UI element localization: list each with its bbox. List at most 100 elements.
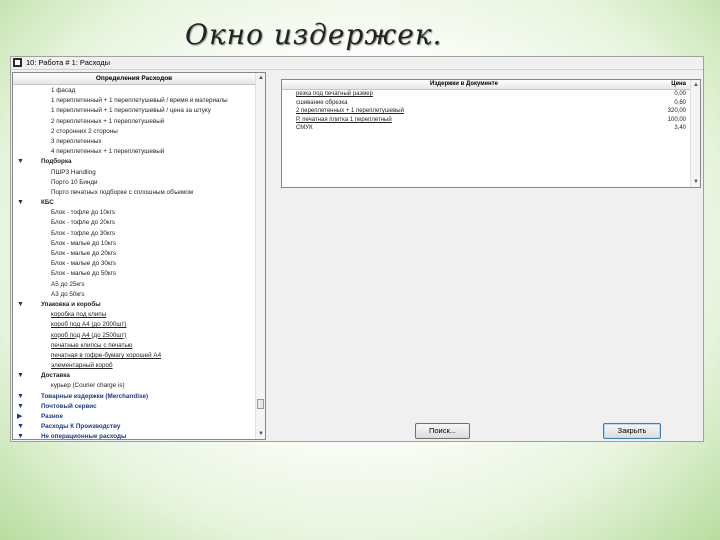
- tree-leaf-item[interactable]: Порто 10 Бинди: [13, 178, 255, 188]
- tree-item-label: Товарные издержки (Merchandise): [41, 392, 149, 400]
- tree-item-label: Упаковка и коробы: [41, 300, 101, 308]
- expand-arrow-icon[interactable]: ▼: [17, 422, 24, 432]
- tree-item-label: Доставка: [41, 372, 70, 380]
- collapse-arrow-icon[interactable]: ▼: [17, 300, 24, 310]
- expense-row[interactable]: СМУК 3,40: [282, 124, 690, 133]
- expense-definitions-list: 1 фасад 1 переплетенный + 1 переплетушевы…: [13, 86, 255, 439]
- tree-leaf-item[interactable]: короб под А4 (до 2500шт): [13, 331, 255, 341]
- tree-group-item[interactable]: ▼ Почтовый сервис: [13, 402, 255, 412]
- tree-item-label: А5 до 25кгs: [51, 280, 85, 288]
- tree-leaf-item[interactable]: Блок - малые до 30кгs: [13, 259, 255, 269]
- expense-row[interactable]: резка под печатный размер 0,00: [282, 90, 690, 99]
- tree-leaf-item[interactable]: Порто печатных подборке с сплошным объем…: [13, 188, 255, 198]
- column-header-price[interactable]: Цена: [671, 80, 686, 89]
- tree-leaf-item[interactable]: 2 сторонних 2 стороны: [13, 127, 255, 137]
- column-header-name[interactable]: Издержки в Документе: [294, 80, 634, 89]
- tree-item-label: Подборка: [41, 158, 72, 166]
- tree-leaf-item[interactable]: Блок - малые до 50кгs: [13, 269, 255, 279]
- expense-row[interactable]: сшивание обрезка 0,60: [282, 99, 690, 108]
- tree-item-label: Блок - тофле до 30кгs: [51, 229, 116, 237]
- tree-group-item[interactable]: ▼ Товарные издержки (Merchandise): [13, 392, 255, 402]
- expand-arrow-icon[interactable]: ▼: [17, 402, 24, 412]
- tree-leaf-item[interactable]: А5 до 25кгs: [13, 280, 255, 290]
- tree-group-item[interactable]: ▼ Подборка: [13, 157, 255, 167]
- tree-leaf-item[interactable]: А3 до 50кгs: [13, 290, 255, 300]
- tree-group-item[interactable]: ▼ Расходы К Производству: [13, 422, 255, 432]
- tree-item-label: элементарный короб: [51, 362, 113, 370]
- tree-item-label: 1 переплетенный + 1 переплетушевый / цен…: [51, 107, 211, 115]
- tree-leaf-item[interactable]: Блок - малые до 20кгs: [13, 249, 255, 259]
- app-icon: [13, 58, 22, 67]
- tree-item-label: Почтовый сервис: [41, 402, 97, 410]
- right-vertical-scrollbar[interactable]: ▲ ▼: [690, 80, 700, 187]
- slide-title: Окно издержек.: [185, 18, 443, 51]
- tree-leaf-item[interactable]: 1 переплетенный + 1 переплетушевый / вре…: [13, 96, 255, 106]
- tree-leaf-item[interactable]: коробка под клипы: [13, 310, 255, 320]
- tree-leaf-item[interactable]: 3 переплетенных: [13, 137, 255, 147]
- tree-leaf-item[interactable]: 4 переплетенных + 1 переплетушевый: [13, 147, 255, 157]
- document-expenses-rows: резка под печатный размер 0,00 сшивание об…: [282, 90, 690, 133]
- collapse-arrow-icon[interactable]: ▼: [17, 371, 24, 381]
- tree-item-label: печатные клипсы с печатью: [51, 341, 133, 349]
- window-title: 10: Работа # 1: Расходы: [26, 58, 111, 67]
- expand-arrow-icon[interactable]: ▼: [17, 432, 24, 439]
- expand-arrow-icon[interactable]: ▼: [17, 392, 24, 402]
- expense-name: Р. печатная плитка 1 переплетный: [296, 116, 392, 123]
- expense-name: сшивание обрезка: [296, 99, 348, 106]
- tree-leaf-item[interactable]: Блок - тофле до 30кгs: [13, 229, 255, 239]
- left-vertical-scrollbar[interactable]: ▲ ▼: [255, 73, 265, 439]
- scroll-up-icon[interactable]: ▲: [693, 81, 699, 89]
- expense-price: 0,00: [674, 91, 686, 97]
- tree-group-item[interactable]: ▼ Доставка: [13, 371, 255, 381]
- tree-leaf-item[interactable]: Блок - малые до 10кгs: [13, 239, 255, 249]
- tree-leaf-item[interactable]: ПШРЗ Handling: [13, 168, 255, 178]
- tree-leaf-item[interactable]: Блок - тофле до 10кгs: [13, 208, 255, 218]
- tree-leaf-item[interactable]: короб под А4 (до 2000шт): [13, 320, 255, 330]
- expense-row[interactable]: 2 переплетенных + 1 переплетушевый 320,00: [282, 107, 690, 116]
- tree-item-label: Блок - тофле до 20кгs: [51, 219, 116, 227]
- tree-group-item[interactable]: ▼ Не операционные расходы: [13, 432, 255, 439]
- document-expenses-list: Издержки в Документе Цена резка под печа…: [281, 79, 701, 188]
- tree-leaf-item[interactable]: печатная в гофре-бумагу хорошей А4: [13, 351, 255, 361]
- scroll-down-icon[interactable]: ▼: [258, 430, 264, 438]
- close-button[interactable]: Закрыть: [603, 423, 661, 439]
- tree-leaf-item[interactable]: печатные клипсы с печатью: [13, 341, 255, 351]
- collapse-arrow-icon[interactable]: ▼: [17, 157, 24, 167]
- tree-item-label: коробка под клипы: [51, 311, 107, 319]
- expense-name: 2 переплетенных + 1 переплетушевый: [296, 108, 404, 115]
- document-expenses-header: Издержки в Документе Цена: [282, 80, 690, 90]
- search-button[interactable]: Поиск...: [415, 423, 470, 439]
- expense-price: 3,40: [674, 125, 686, 132]
- expense-price: 0,60: [674, 99, 686, 106]
- tree-leaf-item[interactable]: Блок - тофле до 20кгs: [13, 218, 255, 228]
- tree-leaf-item[interactable]: 2 переплетенных + 1 переплетушевый: [13, 117, 255, 127]
- tree-item-label: Порто 10 Бинди: [51, 178, 98, 186]
- scroll-down-icon[interactable]: ▼: [693, 178, 699, 186]
- expense-row[interactable]: Р. печатная плитка 1 переплетный 100,00: [282, 116, 690, 125]
- tree-item-label: Блок - тофле до 10кгs: [51, 209, 116, 217]
- tree-group-item[interactable]: ▼ Упаковка и коробы: [13, 300, 255, 310]
- collapse-arrow-icon[interactable]: ▼: [17, 198, 24, 208]
- expand-arrow-icon[interactable]: ▶: [17, 412, 22, 422]
- scroll-up-icon[interactable]: ▲: [258, 74, 264, 82]
- window-titlebar[interactable]: 10: Работа # 1: Расходы: [11, 57, 703, 70]
- scrollbar-thumb[interactable]: [257, 399, 264, 409]
- expense-price: 100,00: [667, 116, 686, 123]
- tree-leaf-item[interactable]: 1 фасад: [13, 86, 255, 96]
- tree-item-label: курьер (Courier charge is): [51, 382, 125, 390]
- tree-group-item[interactable]: ▶ Разное: [13, 412, 255, 422]
- tree-leaf-item[interactable]: курьер (Courier charge is): [13, 381, 255, 391]
- expense-name: резка под печатный размер: [296, 91, 373, 97]
- tree-leaf-item[interactable]: элементарный короб: [13, 361, 255, 371]
- tree-item-label: печатная в гофре-бумагу хорошей А4: [51, 351, 162, 359]
- expenses-window: 10: Работа # 1: Расходы Определения Расх…: [10, 56, 704, 442]
- expense-name: СМУК: [296, 125, 313, 132]
- tree-item-label: 1 фасад: [51, 87, 76, 94]
- tree-item-label: Блок - малые до 10кгs: [51, 239, 117, 247]
- tree-item-label: ПШРЗ Handling: [51, 168, 96, 176]
- expense-definitions-header[interactable]: Определения Расходов: [13, 73, 255, 85]
- tree-item-label: 1 переплетенный + 1 переплетушевый / вре…: [51, 97, 228, 105]
- tree-group-item[interactable]: ▼ КБС: [13, 198, 255, 208]
- tree-leaf-item[interactable]: 1 переплетенный + 1 переплетушевый / цен…: [13, 106, 255, 116]
- tree-item-label: Разное: [41, 413, 63, 420]
